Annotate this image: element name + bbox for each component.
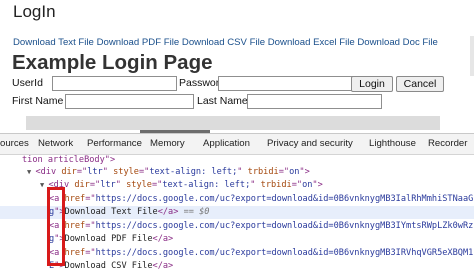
code-token: =" <box>151 180 163 190</box>
code-token: on <box>289 167 300 177</box>
code-token: ltr <box>87 167 103 177</box>
page-scrollbar[interactable] <box>470 36 474 76</box>
code-token: <div <box>35 167 62 177</box>
password-input[interactable] <box>218 76 359 91</box>
code-token: == $0 <box>178 207 210 217</box>
download-csv-link[interactable]: Download CSV File <box>182 37 265 48</box>
code-token: https://docs.google.com/uc?export=downlo… <box>95 194 474 204</box>
code-token: https://docs.google.com/uc?export=downlo… <box>95 248 474 258</box>
tab-recorder[interactable]: Recorder <box>428 138 467 149</box>
code-token: "> <box>299 167 310 177</box>
code-token: Download Text File <box>64 207 158 217</box>
download-doc-link[interactable]: Download Doc File <box>357 37 438 48</box>
code-token: Download CSV File <box>64 261 153 270</box>
login-heading: Example Login Page <box>12 51 213 74</box>
tab-privacy-security[interactable]: Privacy and security <box>267 138 353 149</box>
tab-memory[interactable]: Memory <box>150 138 185 149</box>
tab-lighthouse[interactable]: Lighthouse <box>369 138 416 149</box>
devtools-tab-bar: ources Network Performance Memory Applic… <box>0 134 474 155</box>
code-token: </a> <box>157 207 179 217</box>
code-token: =" <box>89 180 101 190</box>
highlight-box <box>47 187 65 266</box>
code-token: " <box>237 167 248 177</box>
code-token: tion articleBody"> <box>22 155 116 165</box>
code-token: Download PDF File <box>64 234 153 244</box>
web-page: LogIn Download Text File Download PDF Fi… <box>0 0 474 133</box>
code-token: =" <box>76 167 88 177</box>
login-button[interactable]: Login <box>351 76 393 92</box>
download-links: Download Text File Download PDF File Dow… <box>13 37 438 48</box>
code-token: style <box>126 180 152 190</box>
code-token: on <box>302 180 313 190</box>
code-token: trbidi <box>247 167 279 177</box>
page-gray-block <box>26 116 440 130</box>
download-excel-link[interactable]: Download Excel File <box>268 37 355 48</box>
tab-application[interactable]: Application <box>203 138 250 149</box>
firstname-label: First Name <box>12 95 64 107</box>
code-token: =" <box>138 167 150 177</box>
userid-input[interactable] <box>52 76 177 91</box>
download-text-link[interactable]: Download Text File <box>13 37 94 48</box>
tab-network[interactable]: Network <box>38 138 73 149</box>
elements-tree: tion articleBody"> ▼ <div dir="ltr" style… <box>0 155 474 270</box>
code-token: href <box>64 194 86 204</box>
code-token: href <box>64 248 86 258</box>
code-token: text-align: left; <box>149 167 238 177</box>
cancel-button[interactable]: Cancel <box>396 76 444 92</box>
tab-sources[interactable]: ources <box>0 138 29 149</box>
page-title: LogIn <box>13 2 56 21</box>
code-token: =" <box>85 248 96 258</box>
code-token: " <box>250 180 261 190</box>
code-token: https://docs.google.com/uc?export=downlo… <box>95 221 474 231</box>
code-token: "> <box>312 180 323 190</box>
code-token: =" <box>291 180 303 190</box>
code-token: =" <box>85 194 96 204</box>
tab-performance[interactable]: Performance <box>87 138 142 149</box>
code-token: =" <box>85 221 96 231</box>
lastname-input[interactable] <box>247 94 382 109</box>
code-token: " <box>115 180 127 190</box>
download-pdf-link[interactable]: Download PDF File <box>97 37 180 48</box>
devtools-panel: ources Network Performance Memory Applic… <box>0 133 474 270</box>
code-token: style <box>113 167 139 177</box>
userid-label: UserId <box>12 77 43 89</box>
code-token: href <box>64 221 86 231</box>
code-token: ltr <box>100 180 116 190</box>
code-token: dir <box>74 180 90 190</box>
code-token: dir <box>61 167 77 177</box>
code-token: =" <box>278 167 290 177</box>
code-token: </a> <box>152 261 174 270</box>
code-token: trbidi <box>260 180 292 190</box>
code-token: " <box>102 167 114 177</box>
lastname-label: Last Name <box>197 95 248 107</box>
firstname-input[interactable] <box>65 94 194 109</box>
code-token: text-align: left; <box>162 180 251 190</box>
code-token: </a> <box>152 234 174 244</box>
dom-node-selected[interactable]: g">Download Text File</a> == $0 <box>0 206 474 219</box>
